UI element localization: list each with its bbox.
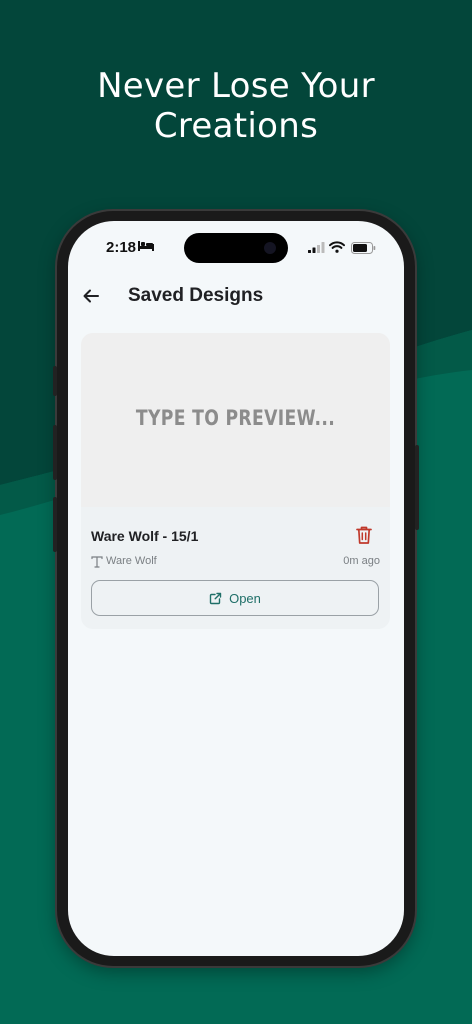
- open-button-label: Open: [229, 590, 261, 606]
- camera-icon: [264, 242, 276, 254]
- saved-design-card[interactable]: TYPE TO PREVIEW... Ware Wolf - 15/1 Ware…: [81, 333, 390, 629]
- side-button-mute: [53, 366, 57, 396]
- trash-icon[interactable]: [355, 525, 373, 545]
- phone-screen: 2:18 Saved Designs TYPE TO PREVIEW... Wa…: [68, 221, 404, 956]
- font-t-icon: [91, 556, 103, 568]
- open-button[interactable]: Open: [91, 580, 379, 616]
- dynamic-island: [184, 233, 288, 263]
- side-button-volume-up: [53, 425, 57, 480]
- back-arrow-icon[interactable]: [80, 285, 102, 307]
- design-name: Ware Wolf - 15/1: [91, 528, 199, 544]
- promo-headline: Never Lose Your Creations: [0, 66, 472, 146]
- page-title: Saved Designs: [128, 285, 264, 306]
- side-button-power: [415, 445, 419, 530]
- design-time-ago: 0m ago: [343, 555, 380, 567]
- preview-text: TYPE TO PREVIEW...: [135, 406, 336, 430]
- battery-icon: [351, 242, 376, 254]
- wifi-icon: [329, 241, 345, 253]
- headline-line-1: Never Lose Your: [97, 66, 375, 106]
- side-button-volume-down: [53, 497, 57, 552]
- design-preview[interactable]: TYPE TO PREVIEW...: [81, 333, 390, 507]
- bed-icon: [138, 241, 154, 251]
- external-link-icon: [209, 592, 222, 604]
- status-time: 2:18: [106, 239, 137, 256]
- headline-line-2: Creations: [153, 106, 319, 146]
- design-font-name: Ware Wolf: [106, 555, 157, 567]
- signal-icon: [308, 242, 325, 253]
